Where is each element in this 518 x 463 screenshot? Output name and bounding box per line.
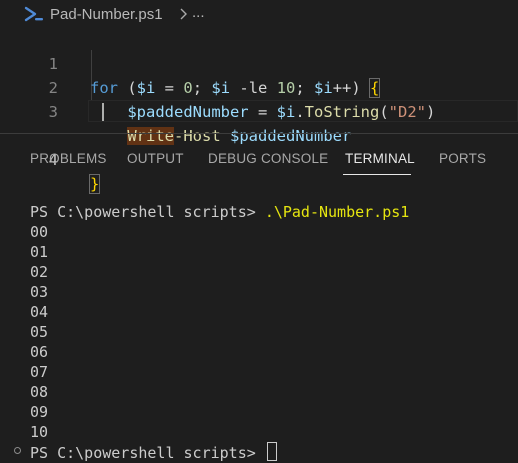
panel-tabs: PROBLEMS OUTPUT DEBUG CONSOLE TERMINAL P… — [0, 134, 518, 180]
code-line-3[interactable]: 3 Write-Host $paddedNumber — [0, 76, 518, 145]
terminal-cursor — [266, 442, 277, 461]
breadcrumb-file[interactable]: Pad-Number.ps1 — [50, 6, 163, 23]
terminal-output-line: 07 — [30, 363, 49, 381]
tab-problems[interactable]: PROBLEMS — [30, 151, 107, 166]
powershell-icon[interactable] — [24, 5, 46, 23]
terminal-output-line: 02 — [30, 263, 49, 281]
terminal-output-line: 04 — [30, 303, 49, 321]
breadcrumb: Pad-Number.ps1 ... — [0, 0, 518, 28]
code-line-1[interactable]: 1 for ($i = 0; $i -le 10; $i++) { — [0, 28, 518, 98]
tab-terminal[interactable]: TERMINAL — [345, 151, 415, 166]
breadcrumb-ellipsis[interactable]: ... — [192, 4, 205, 21]
code-line-4[interactable]: 4 } — [0, 100, 518, 194]
terminal[interactable]: PS C:\powershell scripts> .\Pad-Number.p… — [0, 198, 518, 462]
active-tab-indicator — [343, 174, 411, 175]
terminal-prompt: PS C:\powershell scripts> — [30, 444, 265, 462]
tab-ports[interactable]: PORTS — [439, 151, 486, 166]
tab-debug-console[interactable]: DEBUG CONSOLE — [208, 151, 328, 166]
terminal-command-line: PS C:\powershell scripts> .\Pad-Number.p… — [30, 202, 409, 222]
code-line-2[interactable]: 2 $paddedNumber = $i.ToString("D2") — [0, 52, 518, 121]
terminal-output-line: 09 — [30, 403, 49, 421]
chevron-right-icon — [178, 7, 188, 21]
active-line-highlight — [88, 100, 518, 122]
code-editor[interactable]: 1 for ($i = 0; $i -le 10; $i++) { 2 $pad… — [0, 28, 518, 194]
terminal-command: .\Pad-Number.ps1 — [264, 203, 410, 221]
terminal-final-prompt-line: PS C:\powershell scripts> — [30, 442, 277, 462]
terminal-output-line: 00 — [30, 223, 49, 241]
command-decoration-icon[interactable] — [14, 447, 21, 454]
terminal-output-line: 03 — [30, 283, 49, 301]
terminal-prompt: PS C:\powershell scripts> — [30, 203, 265, 221]
text-cursor — [102, 103, 104, 121]
tab-output[interactable]: OUTPUT — [127, 151, 184, 166]
terminal-output-line: 05 — [30, 323, 49, 341]
terminal-output-line: 01 — [30, 243, 49, 261]
terminal-output-line: 08 — [30, 383, 49, 401]
terminal-output-line: 10 — [30, 423, 49, 441]
terminal-output-line: 06 — [30, 343, 49, 361]
